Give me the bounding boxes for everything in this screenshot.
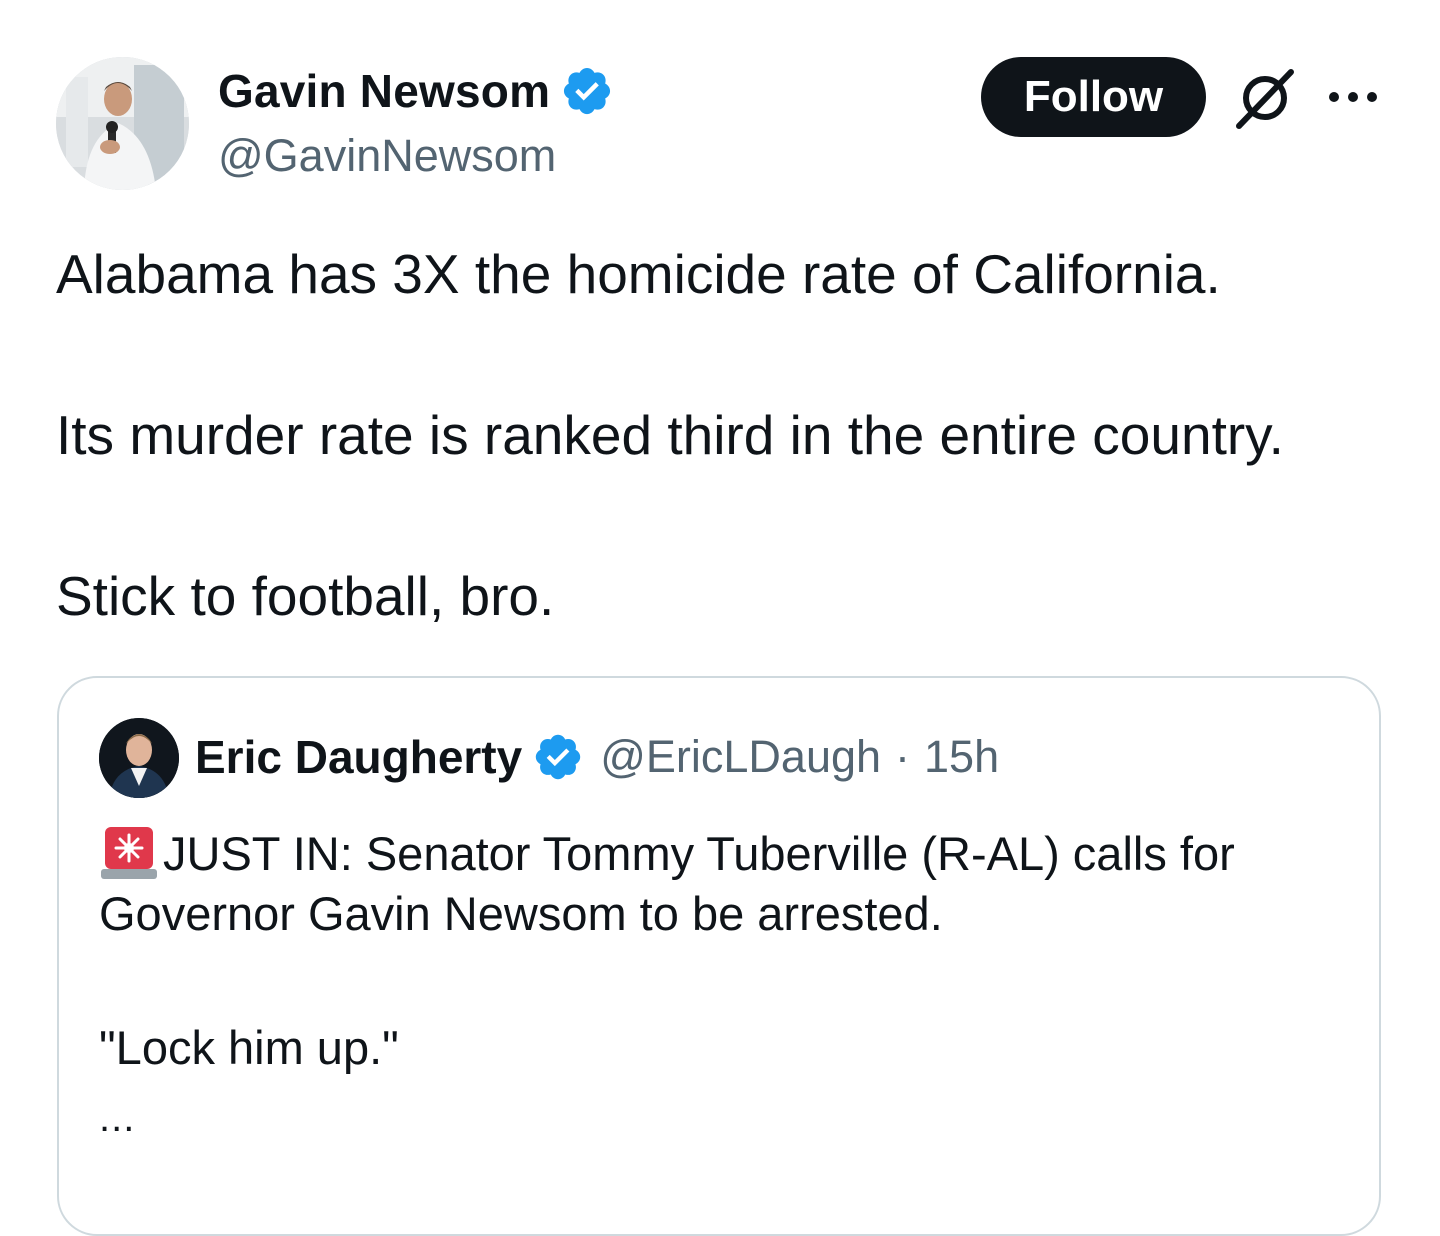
quoted-author-handle[interactable]: @EricLDaugh — [600, 731, 881, 783]
verified-badge-icon — [536, 734, 581, 780]
author-handle[interactable]: @GavinNewsom — [218, 130, 556, 182]
tweet-paragraph: Alabama has 3X the homicide rate of Cali… — [56, 243, 1221, 305]
quoted-tweet-card[interactable]: Eric Daugherty @EricLDaugh · 15h JUST IN… — [57, 676, 1381, 1236]
quoted-tweet-time[interactable]: 15h — [924, 731, 999, 783]
tweet: Gavin Newsom @GavinNewsom Follow Alabama… — [0, 0, 1440, 1236]
separator-dot: · — [895, 731, 911, 782]
follow-button[interactable]: Follow — [981, 57, 1206, 137]
quoted-tweet-text: JUST IN: Senator Tommy Tuberville (R-AL)… — [163, 826, 1235, 880]
grok-icon[interactable] — [1233, 66, 1297, 130]
verified-badge-icon — [564, 67, 611, 115]
author-avatar[interactable] — [56, 57, 189, 190]
tweet-paragraph: Stick to football, bro. — [56, 565, 555, 627]
quoted-tweet-line: JUST IN: Senator Tommy Tuberville (R-AL)… — [99, 823, 1235, 883]
more-options-icon[interactable] — [1327, 86, 1379, 108]
truncation-ellipsis: ... — [99, 1096, 136, 1140]
author-name-row[interactable]: Gavin Newsom — [218, 62, 614, 120]
quoted-tweet-line: "Lock him up." — [99, 1021, 399, 1074]
tweet-paragraph: Its murder rate is ranked third in the e… — [56, 404, 1284, 466]
quoted-tweet-header: Eric Daugherty @EricLDaugh · 15h — [195, 730, 999, 784]
author-display-name[interactable]: Gavin Newsom — [218, 64, 550, 118]
quoted-tweet-line: Governor Gavin Newsom to be arrested. — [99, 887, 943, 940]
quoted-author-avatar[interactable] — [99, 718, 179, 798]
quoted-author-name[interactable]: Eric Daugherty — [195, 730, 522, 784]
siren-icon — [101, 827, 157, 879]
